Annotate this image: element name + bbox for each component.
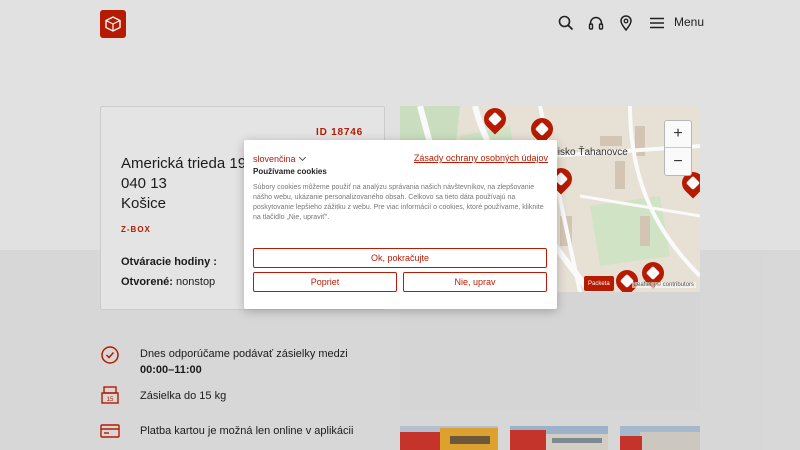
cookie-description: Súbory cookies môžeme použiť na analýzu …: [253, 184, 544, 221]
customize-cookies-button[interactable]: Nie, uprav: [403, 272, 547, 292]
accept-cookies-button[interactable]: Ok, pokračujte: [253, 248, 547, 268]
reject-cookies-button[interactable]: Popriet: [253, 272, 397, 292]
cookie-title: Používame cookies: [253, 167, 327, 176]
language-label: slovenčina: [253, 154, 296, 164]
privacy-policy-link[interactable]: Zásady ochrany osobných údajov: [414, 153, 548, 163]
cookie-consent-dialog: slovenčina Zásady ochrany osobných údajo…: [244, 140, 557, 309]
chevron-down-icon: [298, 153, 306, 162]
language-selector[interactable]: slovenčina: [253, 153, 306, 164]
